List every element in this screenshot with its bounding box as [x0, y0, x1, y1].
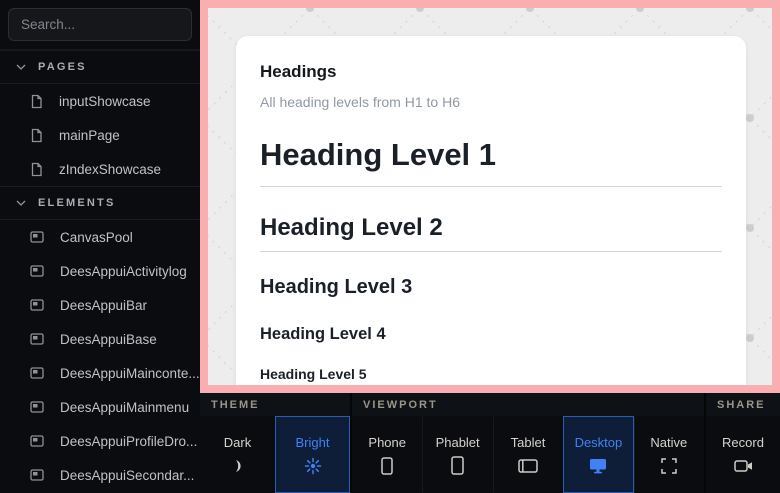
- sidebar-item-label: CanvasPool: [60, 230, 133, 245]
- search-input[interactable]: [8, 8, 192, 41]
- button-label: Native: [650, 435, 687, 450]
- sidebar-section-label: PAGES: [38, 61, 87, 73]
- theme-dark-button[interactable]: Dark: [200, 416, 275, 493]
- card-subtitle: All heading levels from H1 to H6: [260, 94, 722, 111]
- sidebar-item-label: DeesAppuiBase: [60, 332, 157, 347]
- preview-canvas: Headings All heading levels from H1 to H…: [208, 8, 772, 385]
- sidebar-item-label: zIndexShowcase: [59, 162, 161, 177]
- element-icon: [30, 299, 44, 311]
- search-bar: [0, 0, 200, 50]
- element-icon: [30, 231, 44, 243]
- button-label: Dark: [224, 435, 251, 450]
- page-icon: [30, 94, 43, 109]
- element-icon: [30, 435, 44, 447]
- share-zone: Record: [706, 416, 780, 493]
- element-icon: [30, 469, 44, 481]
- sidebar-item-label: DeesAppuiMainmenu: [60, 400, 189, 415]
- viewport-phone-button[interactable]: Phone: [352, 416, 422, 493]
- sun-icon: [304, 457, 322, 475]
- heading-level-1: Heading Level 1: [260, 139, 722, 172]
- sidebar-item-deesappuimainmenu[interactable]: DeesAppuiMainmenu: [0, 390, 200, 424]
- element-icon: [30, 401, 44, 413]
- sidebar-item-inputshowcase[interactable]: inputShowcase: [0, 84, 200, 118]
- sidebar-item-canvaspool[interactable]: CanvasPool: [0, 220, 200, 254]
- fullscreen-icon: [661, 457, 677, 475]
- share-record-button[interactable]: Record: [706, 416, 780, 493]
- toolbar-header-theme: THEME: [200, 393, 350, 416]
- heading-level-4: Heading Level 4: [260, 326, 722, 343]
- bottom-toolbar: THEME VIEWPORT SHARE Dark Bright: [200, 393, 780, 493]
- element-icon: [30, 265, 44, 277]
- sidebar-item-label: mainPage: [59, 128, 120, 143]
- button-label: Phone: [368, 435, 406, 450]
- heading-level-3: Heading Level 3: [260, 277, 722, 298]
- tablet-icon: [518, 457, 538, 475]
- button-label: Tablet: [511, 435, 546, 450]
- toolbar-buttons: Dark Bright: [200, 416, 780, 493]
- theme-bright-button[interactable]: Bright: [275, 416, 350, 493]
- sidebar-item-label: DeesAppuiBar: [60, 298, 147, 313]
- viewport-desktop-button[interactable]: Desktop: [563, 416, 633, 493]
- viewport-zone: Phone Phablet Tablet Desktop: [352, 416, 704, 493]
- sidebar-item-label: DeesAppuiSecondar...: [60, 468, 194, 483]
- card-title: Headings: [260, 62, 722, 82]
- desktop-icon: [589, 457, 607, 475]
- heading-divider: [260, 186, 722, 187]
- heading-level-2: Heading Level 2: [260, 215, 722, 240]
- moon-icon: [231, 457, 245, 475]
- sidebar-item-deesappuibase[interactable]: DeesAppuiBase: [0, 322, 200, 356]
- viewport-tablet-button[interactable]: Tablet: [493, 416, 563, 493]
- element-icon: [30, 333, 44, 345]
- sidebar-item-label: DeesAppuiProfileDro...: [60, 434, 197, 449]
- page-icon: [30, 128, 43, 143]
- button-label: Record: [722, 435, 764, 450]
- preview-canvas-frame: Headings All heading levels from H1 to H…: [200, 0, 780, 393]
- sidebar-section-label: ELEMENTS: [38, 197, 116, 209]
- sidebar-item-label: inputShowcase: [59, 94, 151, 109]
- sidebar-item-label: DeesAppuiMainconte...: [60, 366, 200, 381]
- viewport-phablet-button[interactable]: Phablet: [422, 416, 492, 493]
- viewport-native-button[interactable]: Native: [634, 416, 704, 493]
- phone-icon: [381, 457, 393, 475]
- sidebar: PAGES inputShowcase mainPage zIndexShowc…: [0, 0, 200, 493]
- page-icon: [30, 162, 43, 177]
- sidebar-item-deesappuiactivitylog[interactable]: DeesAppuiActivitylog: [0, 254, 200, 288]
- sidebar-item-label: DeesAppuiActivitylog: [60, 264, 187, 279]
- toolbar-headers: THEME VIEWPORT SHARE: [200, 393, 780, 416]
- toolbar-header-viewport: VIEWPORT: [352, 393, 704, 416]
- element-icon: [30, 367, 44, 379]
- button-label: Desktop: [575, 435, 623, 450]
- button-label: Phablet: [436, 435, 480, 450]
- sidebar-item-deesappuisecondarymenu[interactable]: DeesAppuiSecondar...: [0, 458, 200, 492]
- chevron-down-icon: [16, 64, 26, 70]
- sidebar-item-deesappuimaincontent[interactable]: DeesAppuiMainconte...: [0, 356, 200, 390]
- phablet-icon: [451, 457, 464, 475]
- heading-level-5: Heading Level 5: [260, 367, 722, 382]
- sidebar-item-mainpage[interactable]: mainPage: [0, 118, 200, 152]
- video-camera-icon: [734, 457, 753, 475]
- sidebar-section-elements[interactable]: ELEMENTS: [0, 186, 200, 220]
- sidebar-item-deesappuibar[interactable]: DeesAppuiBar: [0, 288, 200, 322]
- toolbar-header-share: SHARE: [706, 393, 780, 416]
- sidebar-item-deesappuiprofiledropdown[interactable]: DeesAppuiProfileDro...: [0, 424, 200, 458]
- sidebar-section-pages[interactable]: PAGES: [0, 50, 200, 84]
- sidebar-item-zindexshowcase[interactable]: zIndexShowcase: [0, 152, 200, 186]
- headings-preview-card: Headings All heading levels from H1 to H…: [236, 36, 746, 385]
- theme-zone: Dark Bright: [200, 416, 350, 493]
- heading-divider: [260, 251, 722, 252]
- chevron-down-icon: [16, 200, 26, 206]
- button-label: Bright: [296, 435, 330, 450]
